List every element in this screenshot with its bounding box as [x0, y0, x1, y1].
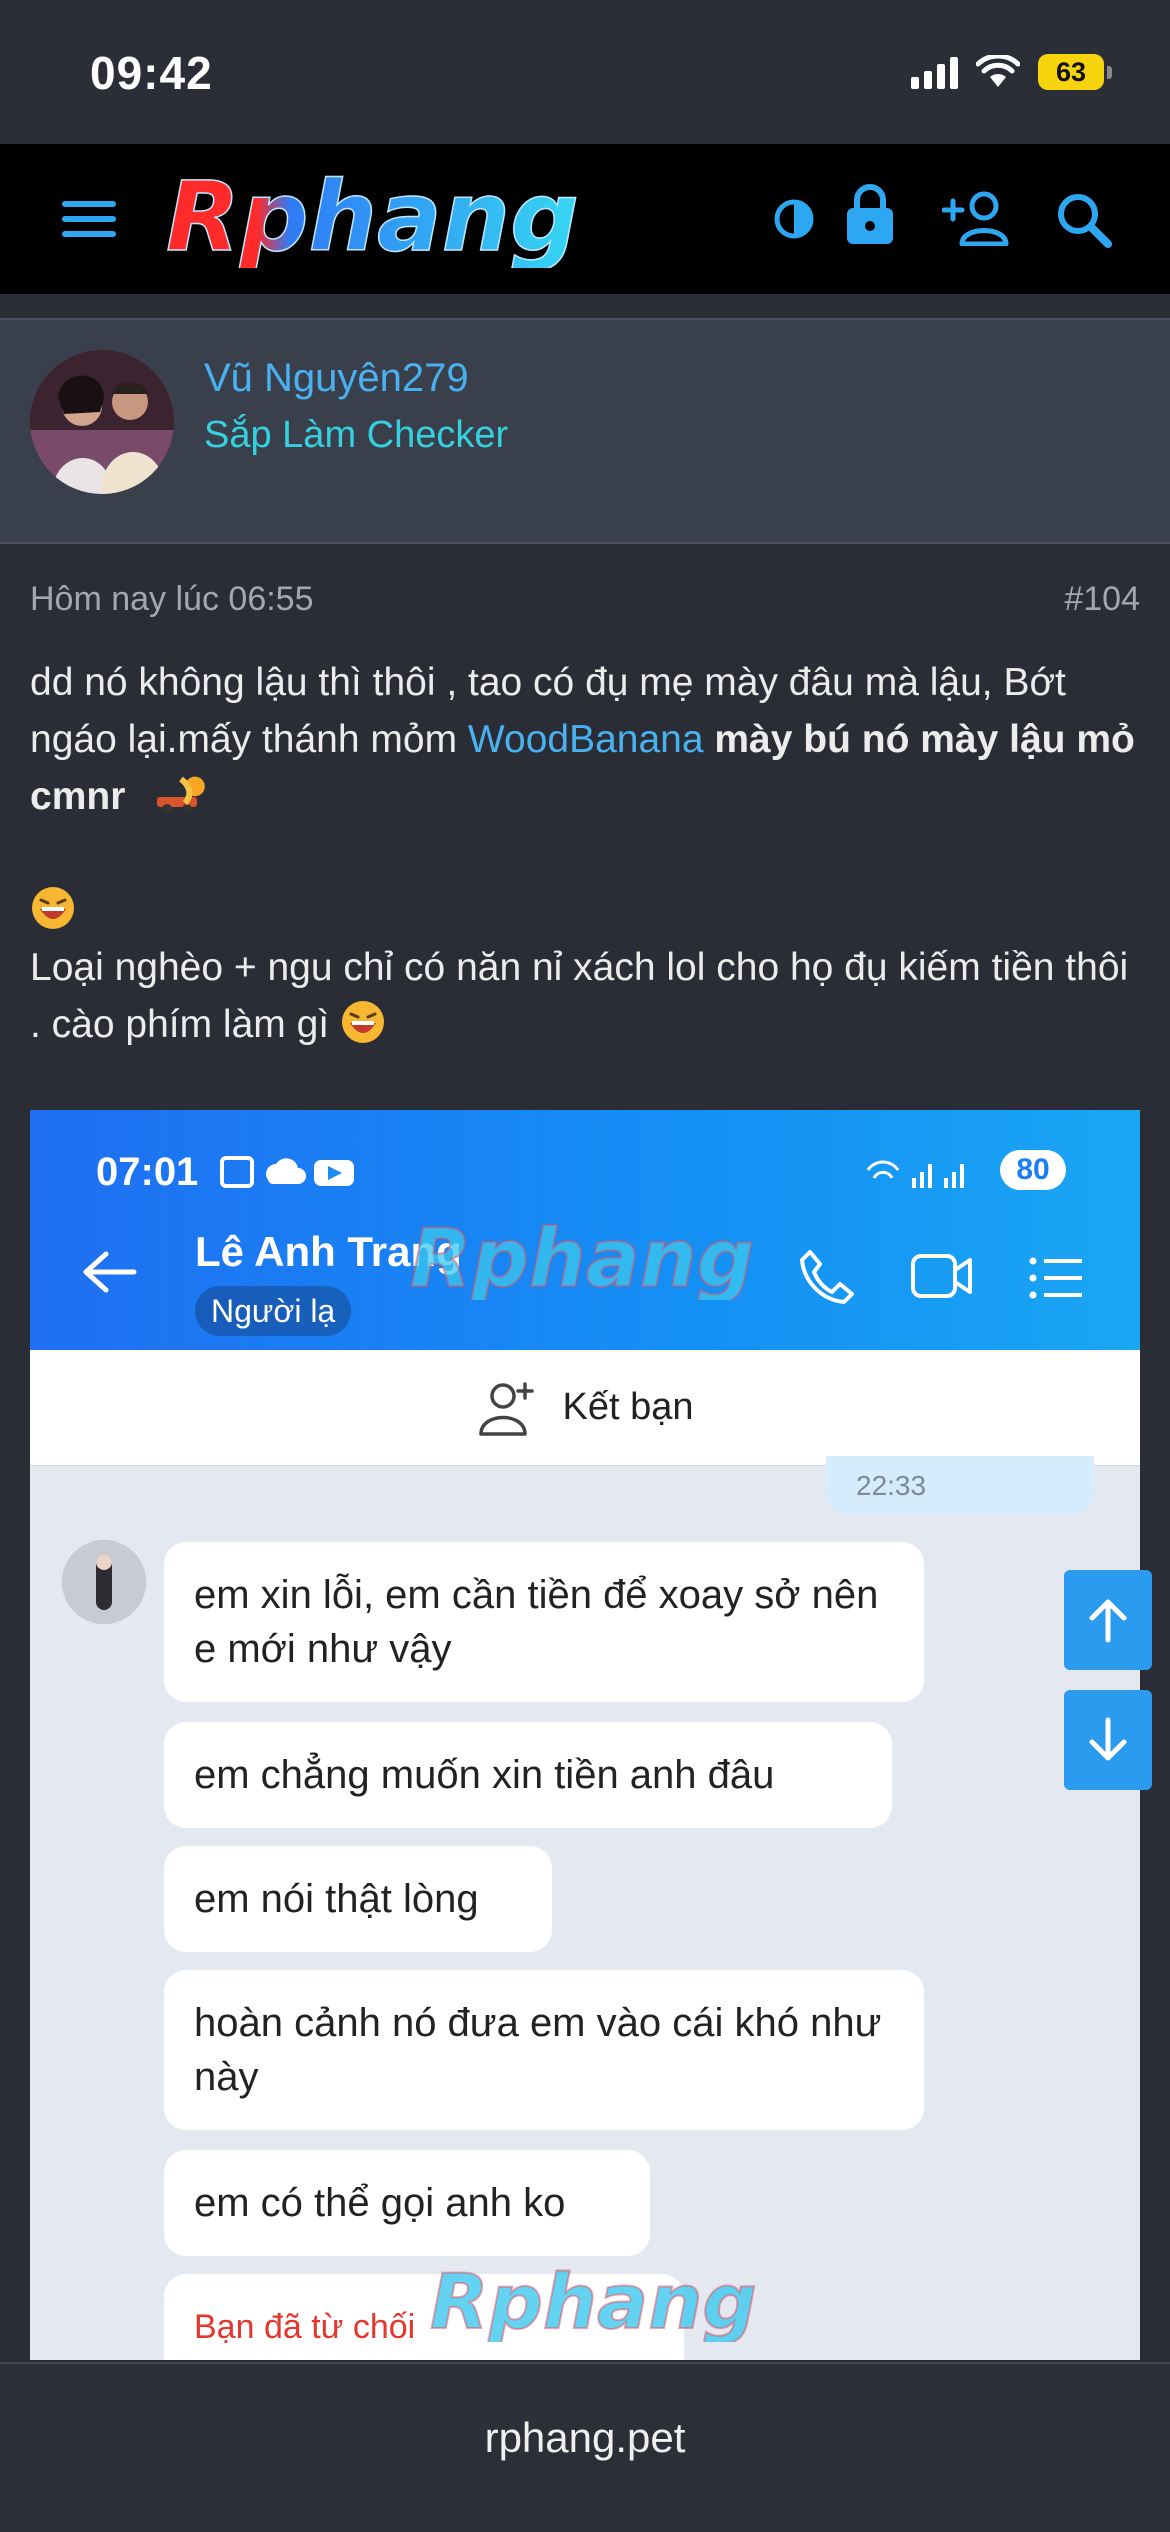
video-call-icon: [911, 1254, 972, 1298]
add-friend-icon: [478, 1381, 534, 1436]
back-arrow-icon: [83, 1251, 137, 1293]
stranger-badge: Người lạ: [195, 1286, 352, 1336]
post-timestamp[interactable]: Hôm nay lúc 06:55: [30, 580, 314, 618]
chat-message: em có thể gọi anh ko: [164, 2150, 650, 2256]
post-text-2: Loại nghèo + ngu chỉ có năn nỉ xách lol …: [30, 946, 1129, 1046]
status-time: 09:42: [90, 47, 213, 99]
svg-text:Rphang: Rphang: [430, 2262, 757, 2342]
wifi-icon: [976, 55, 1020, 87]
attached-screenshot[interactable]: 07:01 80 Lê Anh Trang Người lạ Rphang Kế…: [30, 1110, 1140, 2360]
chat-message: em chẳng muốn xin tiền anh đâu: [164, 1722, 892, 1828]
post-author-card: Vũ Nguyên279 Sắp Làm Checker: [0, 318, 1170, 544]
add-friend-label: Kết bạn: [562, 1386, 694, 1428]
laughing-face-icon: [341, 1001, 384, 1043]
lock-icon[interactable]: [840, 176, 900, 252]
screenshot-icons: [220, 1156, 354, 1188]
phone-icon: [800, 1250, 854, 1304]
watermark-logo: Rphang: [410, 1220, 755, 1300]
site-logo[interactable]: Rphang: [158, 172, 728, 268]
fire-truck-emoji-icon: [157, 776, 206, 814]
chat-message: em nói thật lòng: [164, 1846, 552, 1952]
theme-toggle-icon[interactable]: [770, 194, 818, 244]
arrow-down-icon: [1089, 1717, 1127, 1761]
menu-icon[interactable]: [56, 194, 122, 244]
url-bar[interactable]: rphang.pet: [0, 2414, 1170, 2462]
battery-level: 63: [1038, 54, 1104, 90]
site-header: Rphang: [0, 144, 1170, 294]
status-bar: 09:42 63: [0, 0, 1170, 144]
browser-footer: rphang.pet: [0, 2362, 1170, 2532]
add-user-icon[interactable]: [940, 188, 1014, 248]
list-menu-icon: [1029, 1257, 1082, 1299]
search-icon[interactable]: [1052, 188, 1116, 252]
status-icons: 63: [911, 54, 1112, 90]
author-title: Sắp Làm Checker: [204, 414, 509, 456]
laughing-face-icon: [32, 887, 74, 929]
avatar[interactable]: [30, 350, 174, 494]
author-name[interactable]: Vũ Nguyên279: [204, 356, 469, 401]
scroll-down-button[interactable]: [1064, 1690, 1152, 1790]
contact-avatar: [62, 1540, 146, 1624]
chat-signal-icon: [866, 1160, 964, 1188]
post-number[interactable]: #104: [1064, 580, 1140, 619]
chat-status-time: 07:01: [96, 1150, 199, 1194]
user-mention[interactable]: WoodBanana: [468, 718, 704, 761]
battery-icon: 63: [1038, 54, 1112, 90]
add-friend-bar: Kết bạn: [30, 1350, 1140, 1466]
chat-message: hoàn cảnh nó đưa em vào cái khó như này: [164, 1970, 924, 2130]
chat-message: em xin lỗi, em cần tiền để xoay sở nên e…: [164, 1542, 924, 1702]
message-time: 22:33: [826, 1456, 1094, 1514]
chat-battery-badge: 80: [1000, 1150, 1066, 1190]
post-body: dd nó không lậu thì thôi , tao có đụ mẹ …: [30, 654, 1140, 1053]
post-meta: Hôm nay lúc 06:55 #104: [30, 580, 1140, 619]
arrow-up-icon: [1089, 1599, 1127, 1643]
svg-text:Rphang: Rphang: [410, 1220, 754, 1300]
watermark-logo: Rphang: [430, 2262, 758, 2342]
scroll-up-button[interactable]: [1064, 1570, 1152, 1670]
logo-text: Rphang: [166, 172, 579, 268]
cellular-signal-icon: [911, 55, 958, 89]
